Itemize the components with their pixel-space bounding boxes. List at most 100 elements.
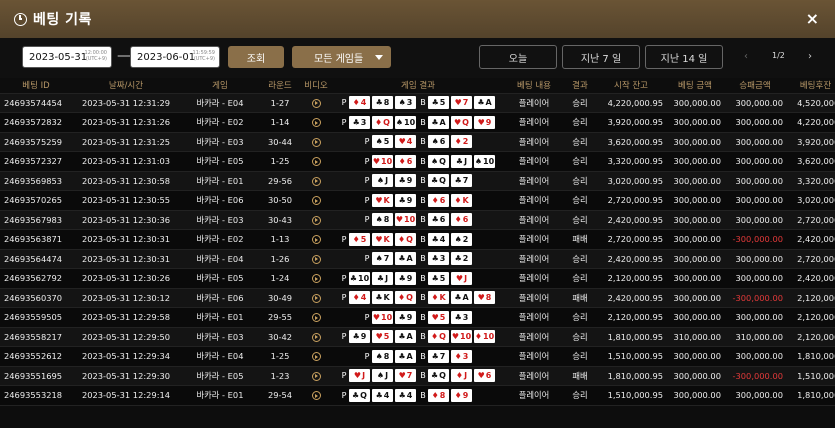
card-rank: 6	[439, 195, 446, 205]
game-result: P ♣ 9 ♥ 5 ♣ A B ♦ Q ♥ 10 ♦ 10	[332, 330, 504, 344]
datetime-cell: 2023-05-31 12:30:26	[72, 268, 180, 289]
round-cell: 1-24	[260, 268, 300, 289]
close-icon[interactable]: ×	[806, 9, 819, 28]
playing-card: ♠ 8	[372, 349, 393, 363]
card-suit-icon: ♣	[454, 254, 462, 264]
card-suit-icon: ♣	[375, 293, 383, 303]
table-row[interactable]: 24693560370 2023-05-31 12:30:12 바카라 - E06 3…	[0, 288, 835, 308]
table-row[interactable]: 24693551695 2023-05-31 12:29:30 바카라 - E05 1…	[0, 366, 835, 386]
game-cell: 바카라 - E03	[180, 327, 260, 347]
card-rank: 6	[439, 137, 446, 147]
card-rank: Q	[383, 117, 390, 127]
player-hand: ♣ 3 ♦ Q ♠ 10	[349, 115, 418, 129]
game-result: P ♥ 10 ♣ 9 B ♥ 5 ♣ 3	[332, 310, 504, 324]
next-page-icon[interactable]: ›	[808, 51, 812, 62]
card-suit-icon: ♣	[431, 117, 439, 127]
table-row[interactable]: 24693569853 2023-05-31 12:30:58 바카라 - E01 2…	[0, 171, 835, 191]
col-result: 결과	[564, 77, 596, 94]
game-select-label: 모든 게임들	[314, 53, 364, 65]
play-icon[interactable]	[311, 293, 321, 303]
play-icon[interactable]	[311, 137, 321, 147]
play-icon[interactable]	[311, 352, 321, 362]
play-icon[interactable]	[311, 235, 321, 245]
card-rank: J	[385, 273, 389, 283]
card-rank: 6	[485, 371, 492, 381]
video-cell	[300, 171, 332, 191]
today-button[interactable]: 오늘	[479, 45, 557, 69]
playing-card: ♣ A	[474, 96, 495, 110]
card-suit-icon: ♦	[398, 234, 406, 244]
after-balance-cell: 2,120,000.	[786, 327, 835, 347]
card-suit-icon: ♣	[398, 351, 406, 361]
end-date-input[interactable]: 2023-06-01 11:59:59 (UTC+9)	[130, 46, 220, 68]
play-icon[interactable]	[311, 157, 321, 167]
bet-content-cell: 플레이어	[504, 151, 564, 172]
card-rank: 9	[406, 312, 413, 322]
table-row[interactable]: 24693559505 2023-05-31 12:29:58 바카라 - E01 2…	[0, 307, 835, 328]
player-hand: ♣ Q ♣ 4 ♣ 4	[349, 388, 418, 402]
last-14-days-button[interactable]: 지난 14 일	[645, 45, 723, 69]
play-icon[interactable]	[311, 371, 321, 381]
bet-amount-cell: 310,000.00	[666, 327, 724, 347]
table-row[interactable]: 24693562792 2023-05-31 12:30:26 바카라 - E05 1…	[0, 268, 835, 289]
card-suit-icon: ♣	[352, 332, 360, 342]
table-row[interactable]: 24693574454 2023-05-31 12:31:29 바카라 - E04 1…	[0, 93, 835, 113]
bet-id-cell: 24693563871	[0, 229, 72, 250]
table-row[interactable]: 24693558217 2023-05-31 12:29:50 바카라 - E03 3…	[0, 327, 835, 347]
table-row[interactable]: 24693552612 2023-05-31 12:29:34 바카라 - E04 1…	[0, 346, 835, 367]
game-select[interactable]: 모든 게임들	[292, 46, 391, 68]
card-rank: 8	[383, 98, 390, 108]
table-row[interactable]: 24693572327 2023-05-31 12:31:03 바카라 - E05 1…	[0, 151, 835, 172]
card-suit-icon: ♣	[477, 98, 485, 108]
bet-amount-cell: 300,000.00	[666, 268, 724, 289]
play-icon[interactable]	[311, 274, 321, 284]
start-date-value: 2023-05-31	[29, 51, 88, 63]
bet-amount-cell: 300,000.00	[666, 288, 724, 308]
bet-history-table: 베팅 ID 날짜/시간 게임 라운드 비디오 게임 결과 베팅 내용 결과 시작…	[0, 77, 835, 406]
round-cell: 1-27	[260, 93, 300, 113]
card-suit-icon: ♣	[431, 215, 439, 225]
bet-content-cell: 플레이어	[504, 307, 564, 328]
game-result-cell: P ♦ 4 ♣ 8 ♠ 3 B ♣ 5 ♥ 7 ♣ A	[332, 93, 504, 113]
banker-hand: ♥ 5 ♣ 3	[428, 310, 500, 324]
table-row[interactable]: 24693570265 2023-05-31 12:30:55 바카라 - E06 3…	[0, 190, 835, 211]
table-row[interactable]: 24693553218 2023-05-31 12:29:14 바카라 - E01 2…	[0, 385, 835, 406]
player-hand: ♥ 10 ♣ 9	[372, 310, 418, 324]
playing-card: ♦ 9	[451, 388, 472, 402]
banker-label: B	[420, 98, 426, 108]
video-cell	[300, 268, 332, 289]
search-button[interactable]: 조회	[228, 46, 284, 68]
play-icon[interactable]	[311, 313, 321, 323]
card-rank: 9	[406, 176, 413, 186]
play-icon[interactable]	[311, 196, 321, 206]
table-row[interactable]: 24693564474 2023-05-31 12:30:31 바카라 - E04 1…	[0, 249, 835, 269]
table-row[interactable]: 24693567983 2023-05-31 12:30:36 바카라 - E03 3…	[0, 210, 835, 230]
card-suit-icon: ♣	[352, 390, 360, 400]
card-suit-icon: ♣	[431, 371, 439, 381]
last-7-days-button[interactable]: 지난 7 일	[562, 45, 640, 69]
prev-page-icon[interactable]: ‹	[744, 51, 748, 62]
play-icon[interactable]	[311, 391, 321, 401]
start-date-input[interactable]: 2023-05-31 12:00:00 (UTC+9)	[22, 46, 112, 68]
play-icon[interactable]	[311, 215, 321, 225]
play-icon[interactable]	[311, 98, 321, 108]
playing-card: ♣ 8	[372, 96, 393, 110]
game-result-cell: P ♠ 8 ♣ A B ♣ 7 ♦ 3	[332, 346, 504, 367]
table-row[interactable]: 24693572832 2023-05-31 12:31:26 바카라 - E02 1…	[0, 112, 835, 133]
table-row[interactable]: 24693575259 2023-05-31 12:31:25 바카라 - E03 3…	[0, 132, 835, 152]
bet-id-cell: 24693567983	[0, 210, 72, 230]
play-icon[interactable]	[311, 118, 321, 128]
card-suit-icon: ♦	[454, 351, 462, 361]
table-row[interactable]: 24693563871 2023-05-31 12:30:31 바카라 - E02 1…	[0, 229, 835, 250]
start-balance-cell: 3,920,000.95	[596, 112, 666, 133]
play-icon[interactable]	[311, 176, 321, 186]
playing-card: ♦ K	[428, 291, 449, 305]
card-rank: 3	[462, 351, 469, 361]
play-icon[interactable]	[311, 254, 321, 264]
playing-card: ♣ 9	[395, 174, 416, 188]
player-hand: ♠ 7 ♣ A	[372, 252, 418, 266]
play-icon[interactable]	[311, 332, 321, 342]
bet-amount-cell: 300,000.00	[666, 93, 724, 113]
datetime-cell: 2023-05-31 12:29:50	[72, 327, 180, 347]
card-suit-icon: ♥	[372, 312, 381, 322]
